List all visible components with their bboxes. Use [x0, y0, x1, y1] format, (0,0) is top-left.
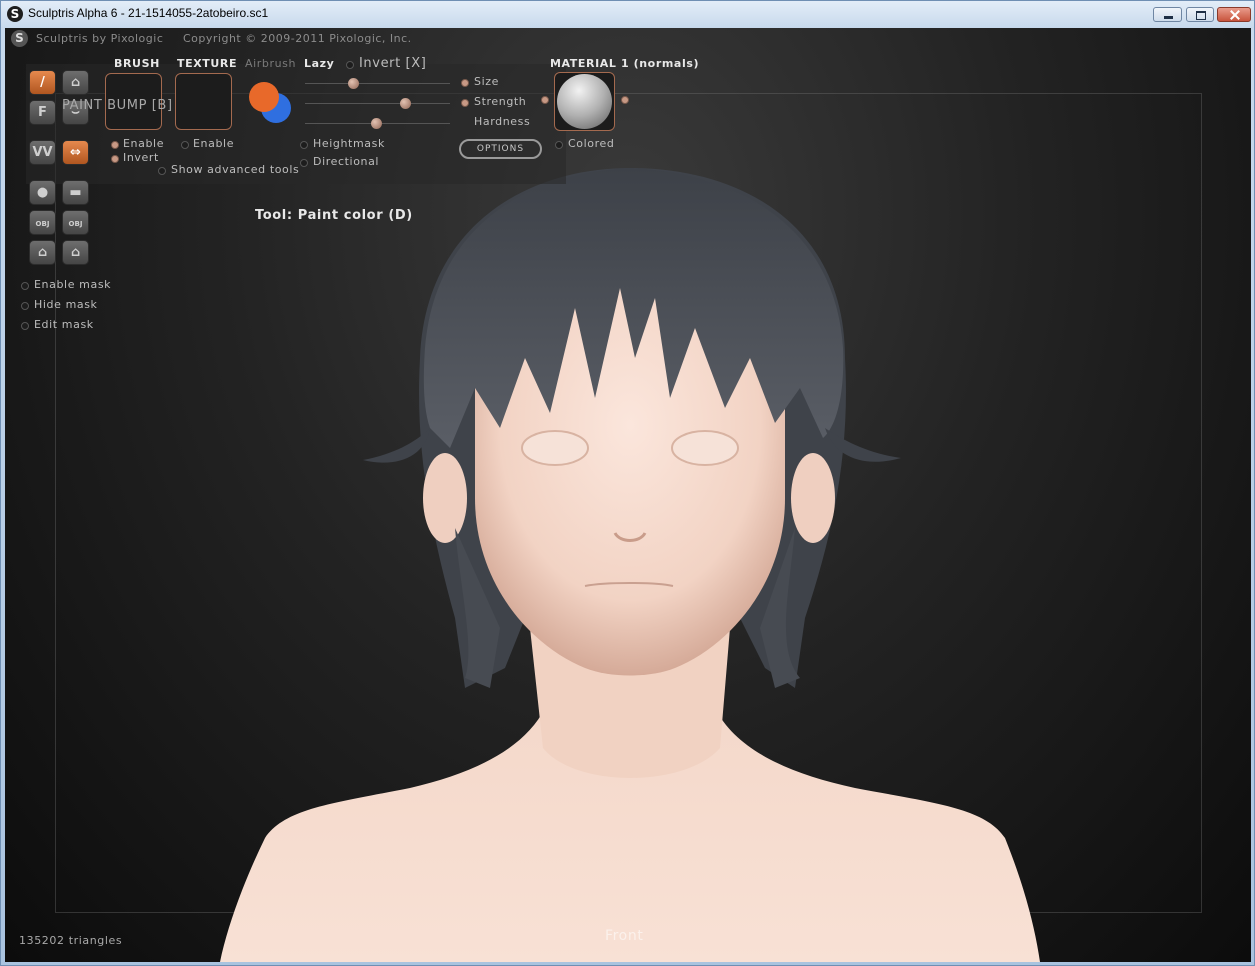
lazy-label[interactable]: Lazy	[304, 57, 334, 70]
wave-tool-button[interactable]: VV	[29, 140, 56, 165]
texture-enable-radio[interactable]	[181, 141, 189, 149]
sculpt-icon: ⌂	[70, 75, 81, 90]
colored-label[interactable]: Colored	[568, 137, 614, 150]
close-button[interactable]	[1217, 7, 1251, 22]
model-left-side-hair	[363, 428, 430, 463]
maximize-button[interactable]	[1186, 7, 1214, 22]
enable-mask-radio[interactable]	[21, 282, 29, 290]
size-slider-knob[interactable]	[348, 78, 359, 89]
size-label[interactable]: Size	[474, 75, 499, 88]
app-window: S Sculptris Alpha 6 - 21-1514055-2atobei…	[0, 0, 1255, 966]
invert-x-radio[interactable]	[346, 61, 354, 69]
maximize-icon	[1187, 8, 1213, 21]
brush-icon: /	[40, 75, 45, 90]
material-next-radio[interactable]	[621, 96, 629, 104]
sculptris-logo-icon: S	[11, 30, 28, 47]
options-button[interactable]: OPTIONS	[459, 139, 542, 159]
paint-bump-label[interactable]: PAINT BUMP [B]	[62, 98, 173, 113]
material-prev-radio[interactable]	[541, 96, 549, 104]
sculptris-app-icon[interactable]: S	[7, 6, 23, 22]
size-slider-track[interactable]	[305, 83, 450, 84]
hide-mask-radio[interactable]	[21, 302, 29, 310]
model-left-ear	[423, 453, 467, 543]
size-radio[interactable]	[461, 79, 469, 87]
sphere-button[interactable]: ●	[29, 180, 56, 205]
enable-mask-label[interactable]: Enable mask	[34, 278, 111, 291]
symmetry-button[interactable]: ⇔	[62, 140, 89, 165]
brush-heading: BRUSH	[114, 57, 160, 70]
strength-slider-track[interactable]	[305, 103, 450, 104]
open-file-icon: ⌂	[37, 245, 48, 260]
triangle-count: 135202 triangles	[19, 934, 123, 947]
show-advanced-label[interactable]: Show advanced tools	[171, 163, 299, 176]
primary-color-swatch[interactable]	[249, 82, 279, 112]
sculpt-viewport[interactable]: S Sculptris by Pixologic Copyright © 200…	[5, 28, 1251, 962]
edit-mask-label[interactable]: Edit mask	[34, 318, 94, 331]
hide-mask-label[interactable]: Hide mask	[34, 298, 98, 311]
credit-app: Sculptris by Pixologic	[36, 32, 164, 45]
texture-enable-label[interactable]: Enable	[193, 137, 234, 150]
heightmask-radio[interactable]	[300, 141, 308, 149]
export-obj-label: OBJ	[68, 220, 83, 228]
brush-enable-label[interactable]: Enable	[123, 137, 164, 150]
paint-brush-button[interactable]: /	[29, 70, 56, 95]
edit-mask-radio[interactable]	[21, 322, 29, 330]
export-obj-button[interactable]: OBJ	[62, 210, 89, 235]
brush-invert-label[interactable]: Invert	[123, 151, 159, 164]
strength-slider-knob[interactable]	[400, 98, 411, 109]
directional-label[interactable]: Directional	[313, 155, 379, 168]
brush-enable-radio[interactable]	[111, 141, 119, 149]
window-title: Sculptris Alpha 6 - 21-1514055-2atobeiro…	[28, 6, 269, 20]
material-heading: MATERIAL 1 (normals)	[550, 57, 700, 70]
strength-label[interactable]: Strength	[474, 95, 526, 108]
current-tool-label: Tool: Paint color (D)	[255, 208, 413, 223]
sphere-icon: ●	[36, 185, 49, 200]
view-name-label: Front	[605, 928, 644, 944]
hardness-slider-knob[interactable]	[371, 118, 382, 129]
brush-invert-radio[interactable]	[111, 155, 119, 163]
plane-icon: ▬	[69, 185, 82, 200]
strength-radio[interactable]	[461, 99, 469, 107]
model-right-eye	[671, 430, 739, 466]
symmetry-arrows-icon: ⇔	[70, 145, 81, 160]
texture-heading: TEXTURE	[177, 57, 238, 70]
import-obj-button[interactable]: OBJ	[29, 210, 56, 235]
f-button[interactable]: F	[29, 100, 56, 125]
material-preview[interactable]	[554, 72, 615, 131]
title-bar[interactable]: S Sculptris Alpha 6 - 21-1514055-2atobei…	[1, 1, 1254, 28]
credit-copyright: Copyright © 2009-2011 Pixologic, Inc.	[183, 32, 412, 45]
save-file-icon: ⌂	[70, 245, 81, 260]
invert-x-label[interactable]: Invert [X]	[359, 56, 426, 71]
import-obj-label: OBJ	[35, 220, 50, 228]
show-advanced-radio[interactable]	[158, 167, 166, 175]
model-right-ear	[791, 453, 835, 543]
save-button[interactable]: ⌂	[62, 240, 89, 265]
model-left-eye	[521, 430, 589, 466]
sculpt-mode-button[interactable]: ⌂	[62, 70, 89, 95]
texture-swatch[interactable]	[175, 73, 232, 130]
minimize-button[interactable]	[1153, 7, 1182, 22]
open-button[interactable]: ⌂	[29, 240, 56, 265]
hardness-label[interactable]: Hardness	[474, 115, 530, 128]
directional-radio[interactable]	[300, 159, 308, 167]
close-icon	[1218, 8, 1250, 21]
heightmask-label[interactable]: Heightmask	[313, 137, 385, 150]
plane-button[interactable]: ▬	[62, 180, 89, 205]
wave-icon: VV	[32, 145, 53, 160]
minimize-icon	[1154, 8, 1181, 21]
airbrush-label[interactable]: Airbrush	[245, 57, 296, 70]
colored-radio[interactable]	[555, 141, 563, 149]
